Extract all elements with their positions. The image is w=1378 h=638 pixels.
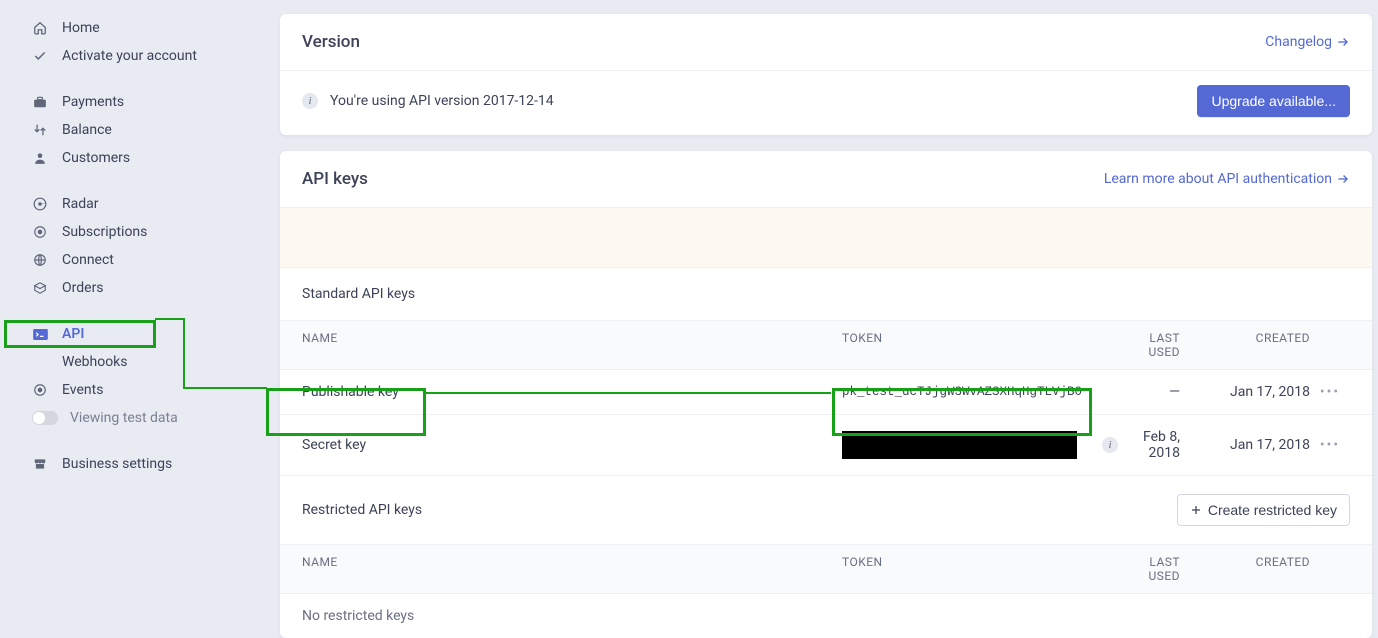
col-token: TOKEN	[842, 331, 1142, 359]
key-name: Publishable key	[302, 384, 842, 400]
circle-dot-icon	[32, 224, 48, 240]
sidebar-label: Connect	[62, 252, 114, 268]
toggle-icon[interactable]	[32, 411, 58, 425]
sidebar-item-business[interactable]: Business settings	[4, 450, 252, 478]
user-icon	[32, 150, 48, 166]
terminal-icon	[32, 326, 48, 342]
restricted-table-header: NAME TOKEN LAST USED CREATED	[280, 544, 1372, 594]
store-icon	[32, 456, 48, 472]
home-icon	[32, 20, 48, 36]
col-token: TOKEN	[842, 555, 1142, 583]
sidebar: Home Activate your account Payments	[0, 0, 252, 557]
table-row-empty: No restricted keys	[280, 594, 1372, 638]
sidebar-item-webhooks[interactable]: Webhooks	[4, 348, 252, 376]
transfer-icon	[32, 122, 48, 138]
learn-more-link[interactable]: Learn more about API authentication	[1104, 171, 1350, 187]
arrow-right-icon	[1336, 35, 1350, 49]
briefcase-icon	[32, 94, 48, 110]
sidebar-label: Orders	[62, 280, 104, 296]
sidebar-item-connect[interactable]: Connect	[4, 246, 252, 274]
changelog-link[interactable]: Changelog	[1265, 34, 1350, 50]
sidebar-label: Subscriptions	[62, 224, 147, 240]
sidebar-item-orders[interactable]: Orders	[4, 274, 252, 302]
sidebar-item-home[interactable]: Home	[4, 14, 252, 42]
main-content: Version Changelog i You're using API ver…	[252, 0, 1378, 557]
row-actions-icon[interactable]: •••	[1310, 437, 1350, 453]
sidebar-label: Business settings	[62, 456, 172, 472]
link-label: Learn more about API authentication	[1104, 171, 1332, 187]
restricted-keys-heading: Restricted API keys	[302, 502, 422, 518]
sidebar-item-events[interactable]: Events	[4, 376, 252, 404]
key-name: Secret key	[302, 437, 842, 453]
sidebar-item-viewing-test[interactable]: Viewing test data	[4, 404, 252, 432]
empty-message: No restricted keys	[302, 608, 842, 624]
sidebar-label: Activate your account	[62, 48, 197, 64]
sidebar-label: Customers	[62, 150, 130, 166]
row-actions-icon[interactable]: •••	[1310, 384, 1350, 400]
sidebar-item-subscriptions[interactable]: Subscriptions	[4, 218, 252, 246]
col-name: NAME	[302, 331, 842, 359]
version-card: Version Changelog i You're using API ver…	[280, 14, 1372, 135]
create-restricted-key-button[interactable]: Create restricted key	[1177, 494, 1350, 526]
circle-dot-icon	[32, 382, 48, 398]
arrow-right-icon	[1336, 172, 1350, 186]
button-label: Upgrade available...	[1211, 93, 1336, 109]
col-created: CREATED	[1180, 331, 1310, 359]
info-icon: i	[302, 93, 318, 109]
sidebar-item-customers[interactable]: Customers	[4, 144, 252, 172]
col-name: NAME	[302, 555, 842, 583]
version-message: You're using API version 2017-12-14	[330, 93, 554, 109]
plus-icon	[1190, 504, 1202, 516]
sidebar-label: API	[62, 326, 84, 342]
sidebar-item-balance[interactable]: Balance	[4, 116, 252, 144]
key-last-used: Feb 8, 2018	[1142, 429, 1180, 461]
sidebar-label: Events	[62, 382, 103, 398]
sidebar-item-api[interactable]: API	[4, 320, 156, 348]
sidebar-label: Webhooks	[62, 354, 128, 370]
link-label: Changelog	[1265, 34, 1332, 50]
key-last-used: —	[1142, 384, 1180, 400]
table-row: Secret key Feb 8, 2018 Jan 17, 2018 ••• …	[280, 415, 1372, 476]
radar-icon	[32, 196, 48, 212]
key-created: Jan 17, 2018	[1180, 384, 1310, 400]
sidebar-item-activate[interactable]: Activate your account	[4, 42, 252, 70]
api-keys-card: API keys Learn more about API authentica…	[280, 151, 1372, 638]
version-title: Version	[302, 32, 360, 52]
col-last: LAST USED	[1142, 555, 1180, 583]
info-icon[interactable]: i	[1102, 437, 1118, 453]
warning-strip	[280, 208, 1372, 268]
standard-keys-heading: Standard API keys	[280, 268, 1372, 320]
col-created: CREATED	[1180, 555, 1310, 583]
box-icon	[32, 280, 48, 296]
sidebar-label: Viewing test data	[70, 410, 178, 426]
sidebar-label: Payments	[62, 94, 124, 110]
sidebar-item-payments[interactable]: Payments	[4, 88, 252, 116]
sidebar-label: Radar	[62, 196, 99, 212]
key-token[interactable]: pk_test_ucTJjgW3WvAZSXHqHgTLVjB0	[842, 385, 1142, 399]
api-keys-title: API keys	[302, 169, 368, 189]
sidebar-item-radar[interactable]: Radar	[4, 190, 252, 218]
upgrade-button[interactable]: Upgrade available...	[1197, 85, 1350, 117]
globe-icon	[32, 252, 48, 268]
sidebar-label: Home	[62, 20, 100, 36]
check-icon	[32, 48, 48, 64]
key-created: Jan 17, 2018	[1180, 437, 1310, 453]
standard-table-header: NAME TOKEN LAST USED CREATED	[280, 320, 1372, 370]
button-label: Create restricted key	[1208, 502, 1337, 518]
table-row: Publishable key pk_test_ucTJjgW3WvAZSXHq…	[280, 370, 1372, 415]
col-last: LAST USED	[1142, 331, 1180, 359]
sidebar-label: Balance	[62, 122, 112, 138]
key-token-redacted[interactable]	[842, 431, 1142, 459]
